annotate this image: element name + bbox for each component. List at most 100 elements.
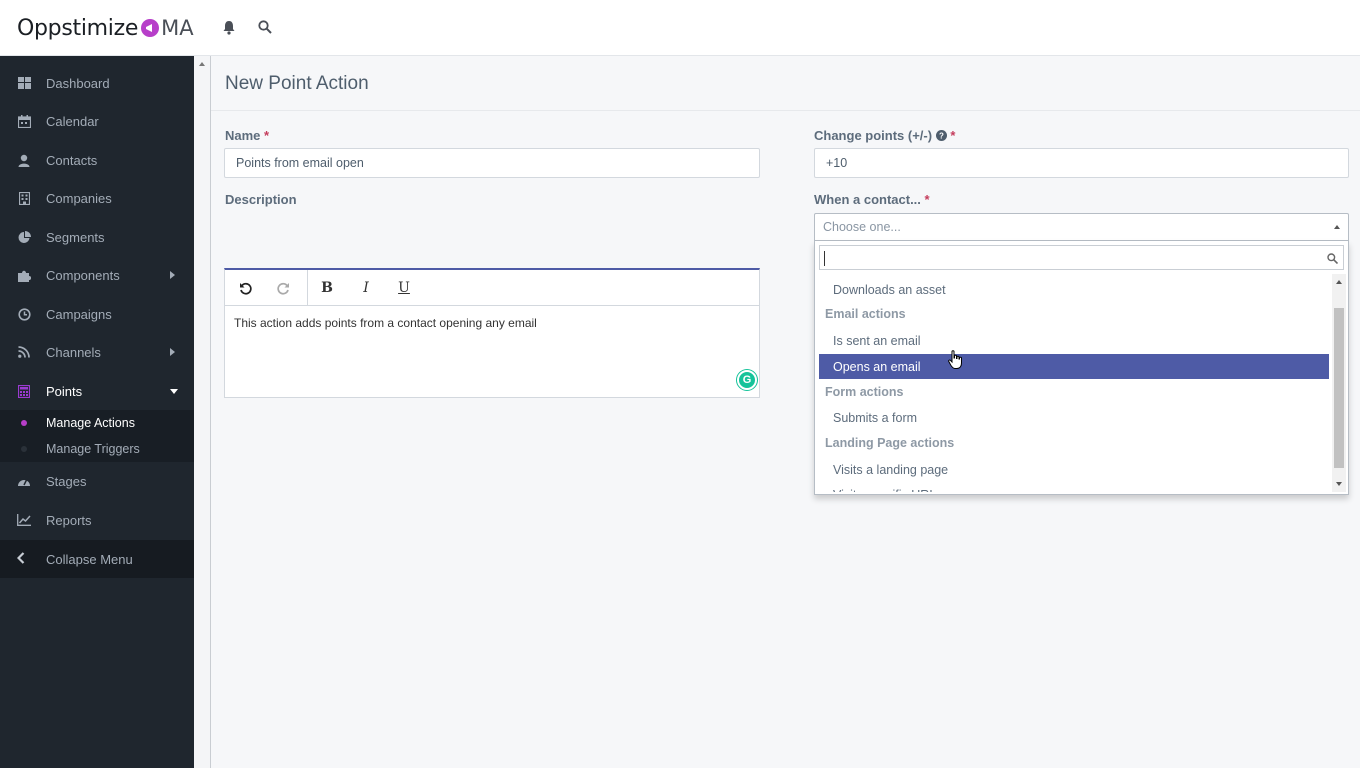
- sidebar-item-label: Stages: [46, 473, 87, 489]
- puzzle-icon: [17, 268, 31, 282]
- sidebar-item-label: Points: [46, 383, 83, 399]
- italic-icon[interactable]: I: [356, 278, 376, 298]
- sidebar-item-label: Companies: [46, 190, 112, 206]
- scroll-down-arrow-icon[interactable]: [1336, 482, 1342, 486]
- page-header: New Point Action: [211, 56, 1360, 111]
- sidebar-item-stages[interactable]: Stages: [0, 462, 194, 500]
- name-label: Name *: [225, 128, 270, 143]
- active-dot-icon: [21, 420, 27, 426]
- sidebar-item-reports[interactable]: Reports: [0, 501, 194, 539]
- required-mark: *: [950, 128, 956, 143]
- description-editor[interactable]: B I U This action adds points from a con…: [224, 268, 760, 398]
- top-bar: Oppstimize MA: [0, 0, 1360, 56]
- option-visits-specific-url[interactable]: Visits specific URL: [819, 482, 1329, 493]
- logo-badge-icon: [141, 19, 160, 37]
- tachometer-icon: [17, 474, 31, 488]
- bold-icon[interactable]: B: [317, 278, 337, 298]
- dropdown-options: Downloads an asset Email actions Is sent…: [819, 274, 1331, 492]
- sidebar-item-label: Reports: [46, 512, 92, 528]
- sidebar-item-label: Channels: [46, 344, 101, 360]
- required-mark: *: [924, 192, 930, 207]
- sidebar-item-segments[interactable]: Segments: [0, 218, 194, 256]
- text-cursor: [824, 251, 825, 266]
- search-icon[interactable]: [256, 18, 274, 36]
- sidebar-scrollbar[interactable]: [194, 56, 211, 768]
- when-contact-label: When a contact... *: [814, 192, 930, 207]
- logo-suffix: MA: [161, 16, 194, 40]
- dropdown-scrollbar[interactable]: [1332, 274, 1346, 492]
- sidebar-item-label: Dashboard: [46, 75, 110, 91]
- sidebar-item-components[interactable]: Components: [0, 256, 194, 294]
- scroll-up-arrow-icon[interactable]: [1336, 280, 1342, 284]
- chevron-left-icon: [16, 551, 25, 567]
- bell-icon[interactable]: [220, 18, 238, 36]
- dashboard-icon: [17, 76, 31, 90]
- app-logo[interactable]: Oppstimize MA: [17, 14, 194, 42]
- sidebar-item-label: Calendar: [46, 113, 99, 129]
- sidebar-item-label: Components: [46, 267, 120, 283]
- search-icon: [1327, 252, 1339, 267]
- sidebar-item-channels[interactable]: Channels: [0, 333, 194, 371]
- chevron-right-icon: [170, 271, 175, 279]
- dropdown-search-input[interactable]: [819, 245, 1344, 270]
- sidebar-subitem-label: Manage Triggers: [46, 442, 140, 456]
- required-mark: *: [264, 128, 270, 143]
- change-points-label: Change points (+/-) ? *: [814, 128, 956, 144]
- sidebar-item-label: Campaigns: [46, 306, 112, 322]
- main-content: New Point Action Name * Points from emai…: [211, 56, 1360, 768]
- sidebar-item-label: Segments: [46, 229, 105, 245]
- redo-icon[interactable]: [273, 278, 293, 298]
- scrollbar-thumb[interactable]: [1334, 308, 1344, 468]
- when-contact-dropdown: Downloads an asset Email actions Is sent…: [814, 241, 1349, 495]
- sidebar-item-points[interactable]: Points: [0, 372, 194, 410]
- sidebar-subitem-manage-actions[interactable]: Manage Actions: [0, 410, 194, 436]
- description-label: Description: [225, 192, 297, 207]
- sidebar-subitem-manage-triggers[interactable]: Manage Triggers: [0, 436, 194, 462]
- when-contact-select[interactable]: Choose one...: [814, 213, 1349, 241]
- sidebar-item-companies[interactable]: Companies: [0, 179, 194, 217]
- group-email-actions: Email actions: [825, 307, 906, 321]
- sidebar-item-label: Contacts: [46, 152, 98, 168]
- sidebar-subitem-label: Manage Actions: [46, 416, 135, 430]
- underline-icon[interactable]: U: [394, 278, 414, 298]
- points-submenu: Manage Actions Manage Triggers: [0, 410, 194, 462]
- option-downloads-asset[interactable]: Downloads an asset: [819, 277, 1329, 302]
- option-opens-email[interactable]: Opens an email: [819, 354, 1329, 379]
- scroll-up-arrow-icon[interactable]: [199, 62, 205, 66]
- sidebar-item-campaigns[interactable]: Campaigns: [0, 295, 194, 333]
- clock-icon: [17, 307, 31, 321]
- sidebar: Dashboard Calendar Contacts Companies Se…: [0, 56, 194, 768]
- collapse-menu-label: Collapse Menu: [46, 551, 133, 567]
- pie-chart-icon: [17, 230, 31, 244]
- building-icon: [17, 191, 31, 205]
- toolbar-divider: [307, 270, 308, 306]
- group-form-actions: Form actions: [825, 385, 904, 399]
- help-icon[interactable]: ?: [935, 129, 947, 144]
- sidebar-item-contacts[interactable]: Contacts: [0, 141, 194, 179]
- caret-up-icon: [1334, 225, 1340, 229]
- option-submits-form[interactable]: Submits a form: [819, 405, 1329, 430]
- description-text[interactable]: This action adds points from a contact o…: [234, 316, 537, 330]
- select-placeholder: Choose one...: [823, 220, 901, 234]
- sidebar-item-calendar[interactable]: Calendar: [0, 102, 194, 140]
- logo-text: Oppstimize: [17, 15, 139, 41]
- change-points-field[interactable]: +10: [814, 148, 1349, 178]
- collapse-menu-button[interactable]: Collapse Menu: [0, 540, 194, 578]
- chevron-down-icon: [170, 389, 178, 394]
- line-chart-icon: [17, 513, 31, 527]
- grammarly-icon[interactable]: G: [737, 370, 757, 390]
- chevron-right-icon: [170, 348, 175, 356]
- name-field[interactable]: Points from email open: [224, 148, 760, 178]
- option-is-sent-email[interactable]: Is sent an email: [819, 328, 1329, 353]
- hand-cursor-icon: [948, 350, 964, 373]
- option-visits-landing-page[interactable]: Visits a landing page: [819, 457, 1329, 482]
- calendar-icon: [17, 114, 31, 128]
- dot-icon: [21, 446, 27, 452]
- page-title: New Point Action: [225, 73, 369, 94]
- user-icon: [17, 153, 31, 167]
- sidebar-item-dashboard[interactable]: Dashboard: [0, 64, 194, 102]
- editor-toolbar: B I U: [225, 270, 759, 306]
- svg-text:?: ?: [939, 132, 944, 141]
- rss-icon: [17, 345, 31, 359]
- undo-icon[interactable]: [235, 278, 255, 298]
